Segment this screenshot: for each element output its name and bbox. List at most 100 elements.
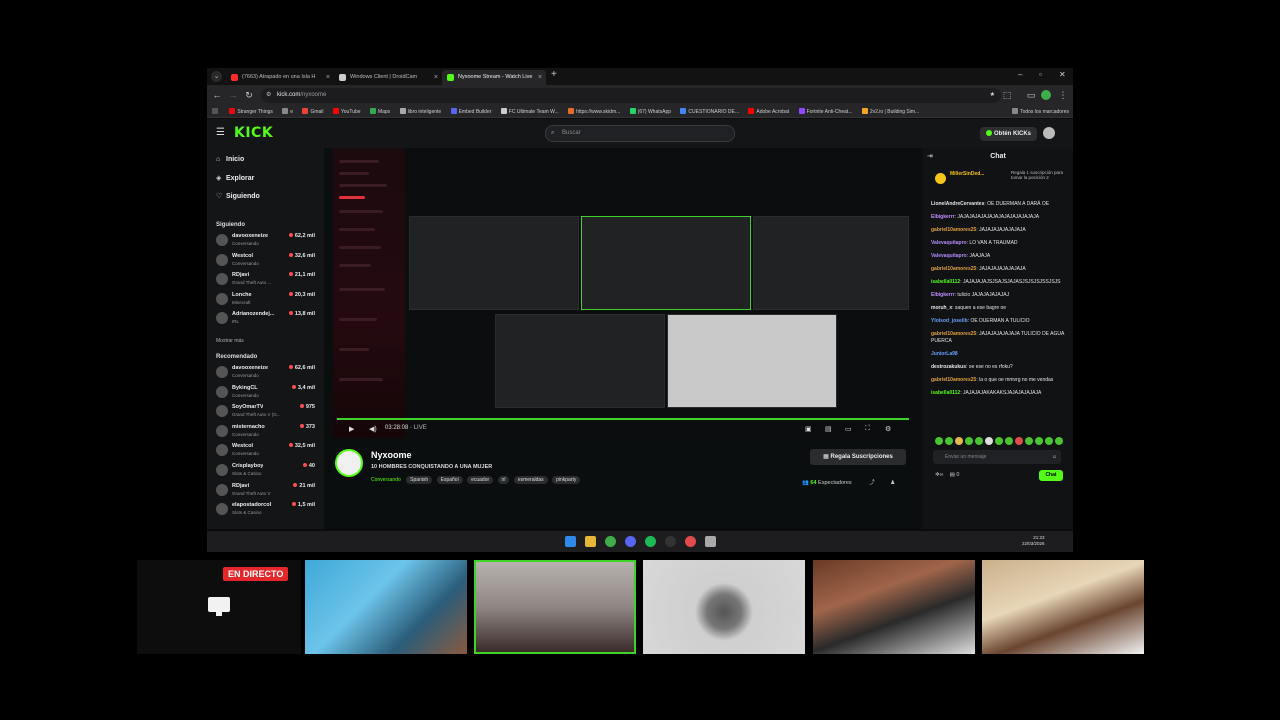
sidebar-channel[interactable]: Lonche Minecraft 20,3 mil — [216, 291, 319, 309]
tag[interactable]: ecuador — [467, 476, 494, 484]
nav-explore[interactable]: ◈ Explorar — [216, 174, 254, 182]
menu-icon[interactable]: ☰ — [216, 127, 225, 138]
user-avatar[interactable] — [1043, 127, 1055, 139]
bookmark[interactable]: (67) WhatsApp — [630, 106, 671, 117]
chat-username[interactable]: moruh_x — [931, 305, 952, 311]
chat-username[interactable]: LionelAndreCervantes — [931, 201, 984, 207]
minimize-button[interactable]: – — [1018, 70, 1022, 79]
back-button[interactable]: ← — [211, 89, 223, 101]
sidebar-channel[interactable]: Adrianozendej... IRL 13,8 mil — [216, 310, 319, 328]
volume-icon[interactable]: ◀) — [369, 425, 377, 433]
bookmark[interactable]: libro inteligente — [400, 106, 442, 117]
emote-icon[interactable] — [935, 437, 943, 445]
app-icon[interactable] — [685, 536, 696, 547]
tag[interactable]: irl — [497, 476, 510, 484]
streamer-avatar[interactable] — [335, 449, 363, 477]
sidebar-channel[interactable]: Crisplayboy Slots & Casino 40 — [216, 462, 319, 480]
emote-icon[interactable] — [1045, 437, 1053, 445]
participant-camera-3[interactable] — [643, 560, 805, 654]
bookmark[interactable]: CUESTIONARIO DE... — [680, 106, 739, 117]
bookmark[interactable]: YouTube — [333, 106, 361, 117]
participant-camera-2[interactable] — [474, 560, 636, 654]
tag[interactable]: esmeraldas — [513, 476, 548, 484]
spotify-icon[interactable] — [645, 536, 656, 547]
bookmark[interactable]: https://www.skidm... — [568, 106, 620, 117]
streamer-name[interactable]: Nyxoome — [371, 450, 412, 460]
chat-input[interactable]: Enviar un mensaje ☺ — [933, 450, 1061, 464]
participant-camera-1[interactable] — [305, 560, 467, 654]
fullscreen-icon[interactable]: ⛶ — [865, 425, 870, 433]
pinned-gift[interactable]: MillerSinDed... Regala 1 suscripción par… — [935, 170, 1069, 192]
emote-icon[interactable] — [955, 437, 963, 445]
bookmark-star-icon[interactable]: ★ — [990, 88, 995, 103]
sidebar-channel[interactable]: RDjavi Grand Theft Auto ... 21,1 mil — [216, 271, 319, 289]
points-icon[interactable]: ✲∞ — [935, 472, 944, 478]
progress-bar[interactable] — [337, 418, 909, 420]
tab-kick[interactable]: Nyxoome Stream - Watch Live × — [442, 70, 546, 85]
emote-icon[interactable] — [975, 437, 983, 445]
emote-icon[interactable] — [985, 437, 993, 445]
nav-home[interactable]: ⌂ Inicio — [216, 156, 244, 163]
chat-username[interactable]: gabriel10amores25 — [931, 266, 976, 272]
start-icon[interactable] — [565, 536, 576, 547]
maximize-button[interactable]: ▫ — [1039, 70, 1042, 79]
bookmark[interactable]: Embed Builder — [451, 106, 492, 117]
sidebar-channel[interactable]: davooxeneize Conversando 62,6 mil — [216, 364, 319, 382]
chat-username[interactable]: Valevaquitapro — [931, 240, 967, 246]
emote-icon[interactable] — [1025, 437, 1033, 445]
tab-search-icon[interactable]: ⌄ — [211, 71, 222, 82]
tab-droidcam[interactable]: Windows Client | DroidCam × — [334, 70, 442, 85]
gift-subs-button[interactable]: ▦ Regala Suscripciones — [810, 449, 906, 465]
emote-icon[interactable] — [1035, 437, 1043, 445]
sidebar-channel[interactable]: Westcol Conversando 32,6 mil — [216, 252, 319, 270]
site-info-icon[interactable]: ⚙ — [266, 88, 271, 103]
bookmark[interactable]: Gmail — [302, 106, 323, 117]
app-icon[interactable] — [705, 536, 716, 547]
sidebar-channel[interactable]: SoyOmarTV Grand Theft Auto V (G... 975 — [216, 403, 319, 421]
miniplayer-icon[interactable]: ▣ — [805, 425, 812, 433]
emote-icon[interactable] — [945, 437, 953, 445]
menu-icon[interactable]: ⋮ — [1057, 89, 1069, 101]
profile-avatar[interactable] — [1041, 90, 1051, 100]
settings-icon[interactable]: ⚙ — [885, 425, 891, 433]
close-icon[interactable]: × — [326, 70, 330, 85]
reload-button[interactable]: ↻ — [243, 89, 255, 101]
forward-button[interactable]: → — [227, 89, 239, 101]
sidebar-channel[interactable]: RDjavi Grand Theft Auto V 21 mil — [216, 482, 319, 500]
chat-username[interactable]: Elbigkerrr — [931, 214, 955, 220]
sidebar-channel[interactable]: misternacho Conversando 373 — [216, 423, 319, 441]
new-tab-button[interactable]: + — [551, 69, 557, 80]
nav-following[interactable]: ♡ Siguiendo — [216, 192, 260, 200]
emote-icon[interactable] — [1015, 437, 1023, 445]
bookmark[interactable]: Fortnite Anti-Cheat... — [799, 106, 853, 117]
bookmark[interactable]: Stranger Things — [229, 106, 272, 117]
chat-username[interactable]: gabriel10amores25 — [931, 227, 976, 233]
bookmark[interactable]: FC Ultimate Team W... — [501, 106, 559, 117]
explorer-icon[interactable] — [585, 536, 596, 547]
chat-username[interactable]: isabella0112 — [931, 390, 960, 396]
emote-icon[interactable] — [965, 437, 973, 445]
emote-icon[interactable] — [995, 437, 1003, 445]
bookmark[interactable]: Adobe Acrobat — [748, 106, 789, 117]
chat-username[interactable]: Valevaquitapro — [931, 253, 967, 259]
share-icon[interactable]: ⤴ — [869, 480, 875, 486]
search-input[interactable]: ⌕ Buscar — [545, 125, 735, 142]
clip-icon[interactable]: ▤ — [825, 425, 832, 433]
show-more-link[interactable]: Mostrar más — [216, 338, 244, 344]
address-bar[interactable]: ⚙ kick.com/nyxoome ★ — [261, 88, 1001, 103]
tag[interactable]: pinkparty — [552, 476, 581, 484]
apps-icon[interactable] — [212, 106, 220, 117]
host-screen-tile[interactable]: EN DIRECTO — [137, 560, 301, 654]
get-kicks-button[interactable]: Obtén KICKs — [980, 127, 1037, 141]
sidebar-channel[interactable]: elapostadorcol Slots & Casino 1,5 mil — [216, 501, 319, 519]
theater-icon[interactable]: ▭ — [845, 425, 852, 433]
sidebar-channel[interactable]: davooxeneize Conversando 62,2 mil — [216, 232, 319, 250]
bookmark[interactable]: e — [282, 106, 293, 117]
sidebar-channel[interactable]: BykingCL Conversando 3,4 mil — [216, 384, 319, 402]
tag[interactable]: Español — [436, 476, 463, 484]
participant-camera-5[interactable] — [982, 560, 1144, 654]
emoji-icon[interactable]: ☺ — [1052, 450, 1057, 464]
play-icon[interactable]: ▶ — [349, 425, 354, 433]
chat-username[interactable]: Ylolsod_joselib — [931, 318, 968, 324]
collapse-chat-icon[interactable]: ⇥ — [927, 148, 933, 166]
